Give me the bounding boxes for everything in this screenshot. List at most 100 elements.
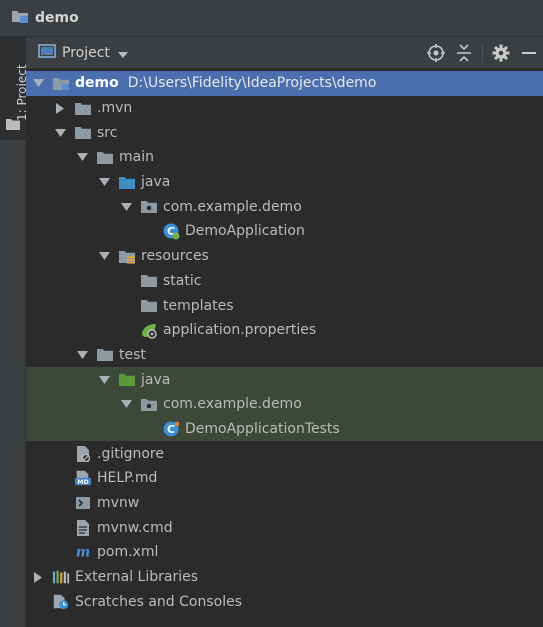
expand-arrow-down-icon[interactable] [120, 201, 132, 213]
tree-item-label: DemoApplication [185, 223, 305, 240]
window-title-bar: demo [0, 0, 543, 37]
toolbar-divider [482, 43, 483, 62]
tree-item-demoapplicationtests[interactable]: C DemoApplicationTests [26, 416, 543, 442]
expand-arrow-down-icon[interactable] [54, 127, 66, 139]
tree-item-main[interactable]: main [26, 145, 543, 170]
expand-arrow-down-icon[interactable] [76, 151, 88, 163]
tree-item-label: com.example.demo [163, 396, 302, 413]
package-icon [140, 199, 158, 215]
expand-arrow-right-icon[interactable] [32, 571, 44, 583]
markdown-file-icon: MD [74, 470, 92, 486]
package-icon [140, 396, 158, 412]
resources-folder-icon [118, 248, 136, 264]
svg-text:C: C [167, 423, 175, 436]
tree-item-label: External Libraries [75, 569, 198, 586]
spring-class-icon: C [162, 223, 180, 240]
folder-icon [140, 298, 158, 314]
tree-item-label: DemoApplicationTests [185, 420, 340, 437]
tree-item-help-md[interactable]: MD HELP.md [26, 466, 543, 491]
script-file-icon [74, 495, 92, 511]
tree-item-mvnw[interactable]: mvnw [26, 491, 543, 516]
folder-icon [74, 125, 92, 141]
tree-item-label: application.properties [163, 322, 317, 339]
tree-item-src[interactable]: src [26, 120, 543, 145]
project-tool-tab[interactable]: 1: Project [0, 37, 29, 140]
folder-icon [6, 115, 20, 134]
tree-item-label: Scratches and Consoles [75, 593, 242, 610]
tree-item-templates[interactable]: templates [26, 293, 543, 318]
tree-item-static[interactable]: static [26, 269, 543, 294]
tree-item-label: demo [75, 75, 119, 92]
tree-item-label: HELP.md [97, 470, 158, 487]
svg-text:MD: MD [77, 479, 89, 486]
expand-arrow-down-icon[interactable] [32, 77, 44, 89]
tree-item-label: java [141, 174, 171, 191]
chevron-down-icon [117, 43, 128, 62]
tree-item-test[interactable]: test [26, 343, 543, 368]
tree-item-label: mvnw.cmd [97, 519, 173, 536]
tree-item-application-properties[interactable]: application.properties [26, 318, 543, 343]
project-view-icon [38, 43, 56, 63]
gear-icon [492, 44, 510, 61]
expand-arrow-down-icon[interactable] [76, 349, 88, 361]
window-title: demo [35, 10, 79, 26]
settings-button[interactable] [487, 41, 515, 65]
project-view-selector[interactable]: Project [38, 43, 128, 63]
tree-item-label: main [119, 149, 154, 166]
expand-arrow-down-icon[interactable] [98, 176, 110, 188]
tree-item-java[interactable]: java [26, 367, 543, 392]
source-folder-icon [118, 174, 136, 190]
tree-item-label: com.example.demo [163, 198, 302, 215]
tree-item-resources[interactable]: resources [26, 244, 543, 269]
test-folder-icon [118, 372, 136, 388]
tree-item-label: src [97, 124, 118, 141]
project-tree: demo D:\Users\Fidelity\IdeaProjects\demo.… [26, 71, 543, 614]
project-path: D:\Users\Fidelity\IdeaProjects\demo [127, 75, 377, 92]
project-folder-icon [11, 8, 29, 28]
expand-arrow-right-icon[interactable] [54, 102, 66, 114]
folder-icon [96, 149, 114, 165]
tree-item-mvnw-cmd[interactable]: mvnw.cmd [26, 515, 543, 540]
tree-item-external-libraries[interactable]: External Libraries [26, 565, 543, 590]
hide-panel-button[interactable] [515, 41, 543, 65]
maven-icon: m [74, 544, 92, 561]
tree-item-pom-xml[interactable]: m pom.xml [26, 540, 543, 565]
tree-item-scratches-and-consoles[interactable]: Scratches and Consoles [26, 589, 543, 614]
expand-arrow-down-icon[interactable] [98, 374, 110, 386]
module-folder-icon [52, 75, 70, 91]
tree-item-gitignore[interactable]: .gitignore [26, 441, 543, 466]
libraries-icon [52, 569, 70, 585]
tree-item-com-example-demo[interactable]: com.example.demo [26, 391, 543, 417]
tree-item-label: static [163, 272, 202, 289]
minimize-icon [522, 51, 536, 54]
tree-item-demoapplication[interactable]: C DemoApplication [26, 219, 543, 244]
folder-icon [74, 100, 92, 116]
tree-item-label: .gitignore [97, 445, 164, 462]
tree-item-java[interactable]: java [26, 170, 543, 195]
ignore-file-icon [74, 445, 92, 462]
expand-arrow-down-icon[interactable] [120, 398, 132, 410]
locate-file-button[interactable] [422, 41, 450, 65]
svg-text:m: m [76, 545, 90, 561]
tree-item-label: java [141, 371, 171, 388]
expand-arrow-down-icon[interactable] [98, 250, 110, 262]
spring-properties-icon [140, 322, 158, 339]
left-tool-strip: 1: Project [0, 37, 29, 627]
folder-icon [96, 347, 114, 363]
tree-item-label: templates [163, 297, 234, 314]
crosshair-icon [427, 43, 445, 62]
text-file-icon [74, 519, 92, 536]
tree-item-label: .mvn [97, 100, 133, 117]
tree-item-label: test [119, 346, 146, 363]
folder-icon [140, 273, 158, 289]
tree-item-label: pom.xml [97, 544, 159, 561]
tree-item-demo[interactable]: demo D:\Users\Fidelity\IdeaProjects\demo [26, 71, 543, 96]
project-view-label: Project [62, 44, 110, 61]
collapse-all-button[interactable] [450, 41, 478, 65]
tree-item-com-example-demo[interactable]: com.example.demo [26, 194, 543, 219]
tree-item-label: mvnw [97, 495, 140, 512]
tree-item-label: resources [141, 248, 209, 265]
tree-item-mvn[interactable]: .mvn [26, 96, 543, 121]
collapse-all-icon [457, 43, 471, 62]
scratches-icon [52, 594, 70, 610]
